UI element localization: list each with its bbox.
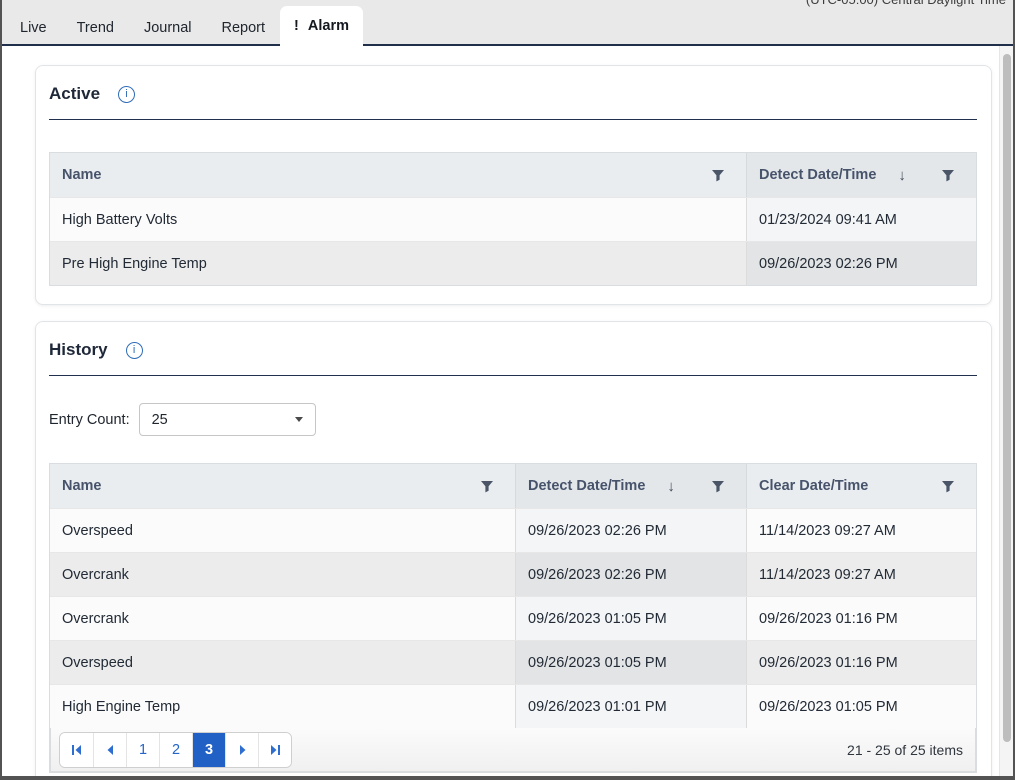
alarm-name-cell: Overspeed: [50, 509, 515, 552]
last-page-button[interactable]: [258, 733, 291, 767]
history-alarms-table: Name Detect Date/Time ↓: [49, 463, 977, 773]
history-col-clear[interactable]: Clear Date/Time: [746, 464, 976, 508]
alarm-page-content: Active i Name Detect Date/Time ↓: [2, 46, 1013, 776]
active-alarms-table: Name Detect Date/Time ↓: [49, 152, 977, 286]
clear-time-cell: 11/14/2023 09:27 AM: [746, 509, 976, 552]
tab-trend[interactable]: Trend: [62, 10, 129, 46]
chevron-down-icon: [295, 417, 303, 422]
clear-time-cell: 09/26/2023 01:05 PM: [746, 685, 976, 728]
last-page-icon: [269, 744, 282, 756]
timezone-label: (UTC-05:00) Central Daylight Time: [806, 0, 1006, 7]
filter-icon[interactable]: [941, 168, 955, 182]
tab-alarm-label: Alarm: [308, 18, 349, 34]
active-alarms-card: Active i Name Detect Date/Time ↓: [35, 65, 992, 305]
tab-report[interactable]: Report: [207, 10, 281, 46]
active-col-name[interactable]: Name: [50, 153, 746, 197]
table-row[interactable]: Pre High Engine Temp 09/26/2023 02:26 PM: [50, 241, 976, 285]
filter-icon[interactable]: [941, 479, 955, 493]
detect-time-cell: 09/26/2023 02:26 PM: [515, 553, 746, 596]
table-row[interactable]: Overspeed 09/26/2023 01:05 PM 09/26/2023…: [50, 640, 976, 684]
history-info-icon[interactable]: i: [126, 342, 143, 359]
detect-time-cell: 09/26/2023 01:05 PM: [515, 597, 746, 640]
alarm-name-cell: High Battery Volts: [50, 198, 746, 241]
entry-count-label: Entry Count:: [49, 412, 130, 428]
filter-icon[interactable]: [711, 168, 725, 182]
alarm-name-cell: High Engine Temp: [50, 685, 515, 728]
history-section-title: History: [49, 340, 108, 360]
tab-journal[interactable]: Journal: [129, 10, 207, 46]
prev-page-icon: [104, 744, 117, 756]
filter-icon[interactable]: [711, 479, 725, 493]
alarm-exclamation-icon: !: [294, 18, 299, 34]
active-table-header: Name Detect Date/Time ↓: [50, 153, 976, 197]
first-page-icon: [70, 744, 83, 756]
table-row[interactable]: Overcrank 09/26/2023 02:26 PM 11/14/2023…: [50, 552, 976, 596]
tab-bar: (UTC-05:00) Central Daylight Time Live T…: [2, 0, 1013, 46]
table-row[interactable]: High Engine Temp 09/26/2023 01:01 PM 09/…: [50, 684, 976, 728]
sort-desc-icon: ↓: [667, 478, 675, 495]
table-row[interactable]: Overspeed 09/26/2023 02:26 PM 11/14/2023…: [50, 508, 976, 552]
page-button-3-current[interactable]: 3: [192, 733, 225, 767]
alarm-name-cell: Overspeed: [50, 641, 515, 684]
detect-time-cell: 09/26/2023 02:26 PM: [515, 509, 746, 552]
history-col-name[interactable]: Name: [50, 464, 515, 508]
next-page-icon: [236, 744, 249, 756]
active-title-divider: [49, 119, 977, 120]
history-title-divider: [49, 375, 977, 376]
alarm-name-cell: Pre High Engine Temp: [50, 242, 746, 285]
history-alarms-card: History i Entry Count: 25 Name: [35, 321, 992, 776]
vertical-scrollbar[interactable]: [999, 46, 1013, 776]
pagination-bar: 1 2 3 21 - 25 of 25 items: [50, 728, 976, 772]
clear-time-cell: 11/14/2023 09:27 AM: [746, 553, 976, 596]
alarm-name-cell: Overcrank: [50, 597, 515, 640]
detect-time-cell: 09/26/2023 02:26 PM: [746, 242, 976, 285]
entry-count-dropdown[interactable]: 25: [139, 403, 316, 436]
history-table-header: Name Detect Date/Time ↓: [50, 464, 976, 508]
table-row[interactable]: Overcrank 09/26/2023 01:05 PM 09/26/2023…: [50, 596, 976, 640]
active-info-icon[interactable]: i: [118, 86, 135, 103]
active-section-title: Active: [49, 84, 100, 104]
tab-alarm[interactable]: ! Alarm: [280, 6, 363, 48]
app-window: (UTC-05:00) Central Daylight Time Live T…: [0, 0, 1015, 780]
alarm-name-cell: Overcrank: [50, 553, 515, 596]
sort-desc-icon: ↓: [898, 167, 906, 184]
clear-time-cell: 09/26/2023 01:16 PM: [746, 641, 976, 684]
entry-count-value: 25: [152, 412, 168, 428]
page-button-group: 1 2 3: [59, 732, 292, 768]
detect-time-cell: 09/26/2023 01:05 PM: [515, 641, 746, 684]
first-page-button[interactable]: [60, 733, 93, 767]
history-col-detect[interactable]: Detect Date/Time ↓: [515, 464, 746, 508]
next-page-button[interactable]: [225, 733, 258, 767]
prev-page-button[interactable]: [93, 733, 126, 767]
table-row[interactable]: High Battery Volts 01/23/2024 09:41 AM: [50, 197, 976, 241]
page-button-1[interactable]: 1: [126, 733, 159, 767]
page-button-2[interactable]: 2: [159, 733, 192, 767]
active-col-detect[interactable]: Detect Date/Time ↓: [746, 153, 976, 197]
pager-items-info: 21 - 25 of 25 items: [847, 742, 963, 758]
detect-time-cell: 09/26/2023 01:01 PM: [515, 685, 746, 728]
tab-live[interactable]: Live: [5, 10, 62, 46]
clear-time-cell: 09/26/2023 01:16 PM: [746, 597, 976, 640]
detect-time-cell: 01/23/2024 09:41 AM: [746, 198, 976, 241]
scrollbar-thumb[interactable]: [1003, 54, 1011, 742]
filter-icon[interactable]: [480, 479, 494, 493]
